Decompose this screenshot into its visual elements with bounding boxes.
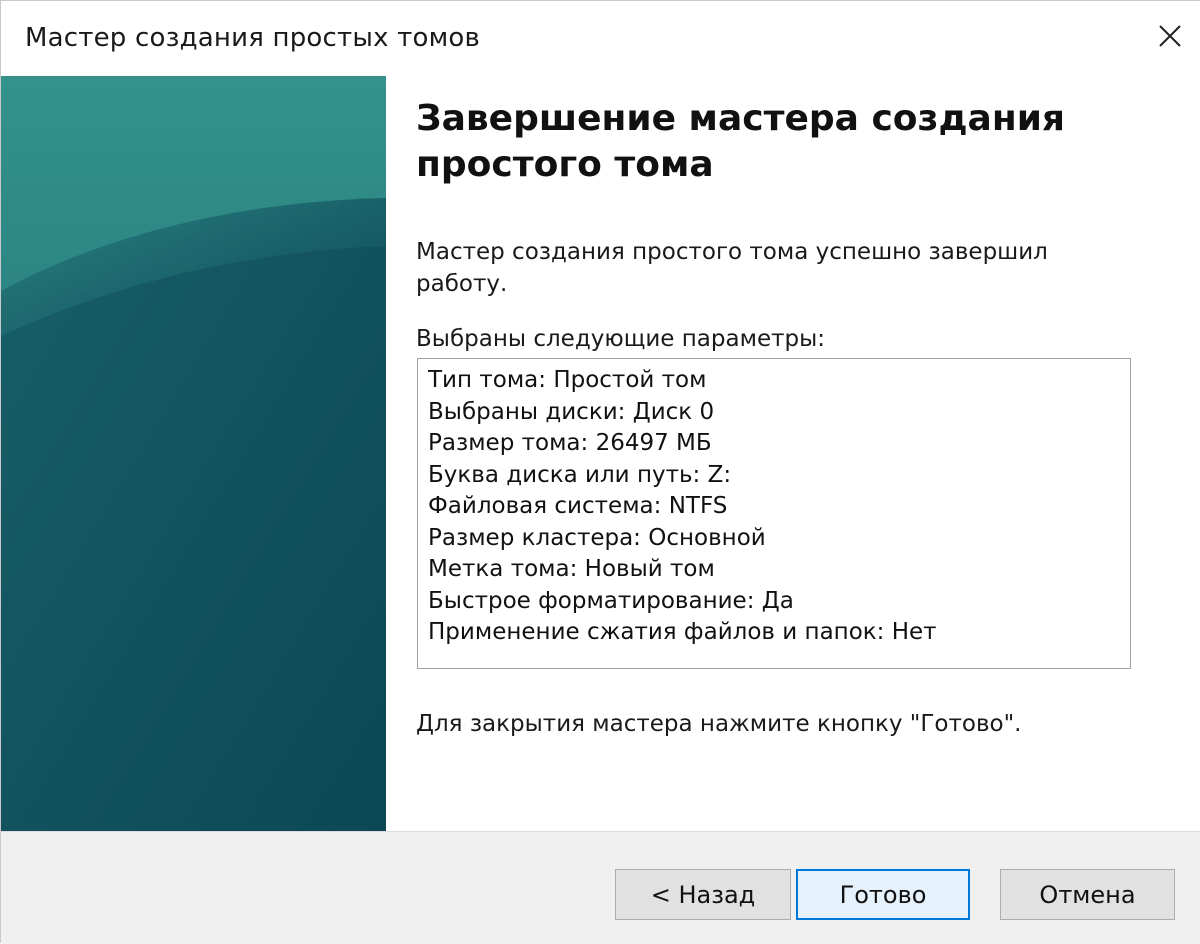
param-row: Размер кластера: Основной (428, 524, 766, 551)
param-row: Тип тома: Простой том (428, 367, 707, 393)
wizard-side-banner (1, 76, 386, 831)
param-row: Файловая система: NTFS (428, 493, 728, 519)
cancel-button[interactable]: Отмена (1000, 869, 1175, 920)
param-row: Выбраны диски: Диск 0 (428, 398, 715, 425)
page-title: Завершение мастера создания простого том… (416, 98, 1066, 185)
back-button[interactable]: < Назад (615, 869, 791, 920)
finish-button[interactable]: Готово (796, 869, 970, 920)
param-row: Применение сжатия файлов и папок: Нет (428, 619, 937, 645)
param-row: Буква диска или путь: Z: (428, 461, 732, 488)
params-label: Выбраны следующие параметры: (416, 326, 826, 352)
close-icon (1159, 25, 1181, 47)
close-button[interactable] (1147, 13, 1193, 59)
params-summary-box[interactable]: Тип тома: Простой том Выбраны диски: Дис… (417, 358, 1131, 669)
wizard-content: Завершение мастера создания простого том… (386, 76, 1200, 831)
wizard-window: Мастер создания простых томов Завершение… (0, 0, 1200, 944)
param-row: Метка тома: Новый том (428, 556, 715, 582)
button-bar: < Назад Готово Отмена (1, 831, 1200, 944)
title-bar: Мастер создания простых томов (1, 1, 1200, 76)
param-row: Размер тома: 26497 МБ (428, 430, 712, 456)
close-hint: Для закрытия мастера нажмите кнопку "Гот… (416, 711, 1022, 737)
param-row: Быстрое форматирование: Да (428, 587, 794, 614)
completion-description: Мастер создания простого тома успешно за… (416, 239, 1048, 297)
window-title: Мастер создания простых томов (25, 23, 481, 53)
